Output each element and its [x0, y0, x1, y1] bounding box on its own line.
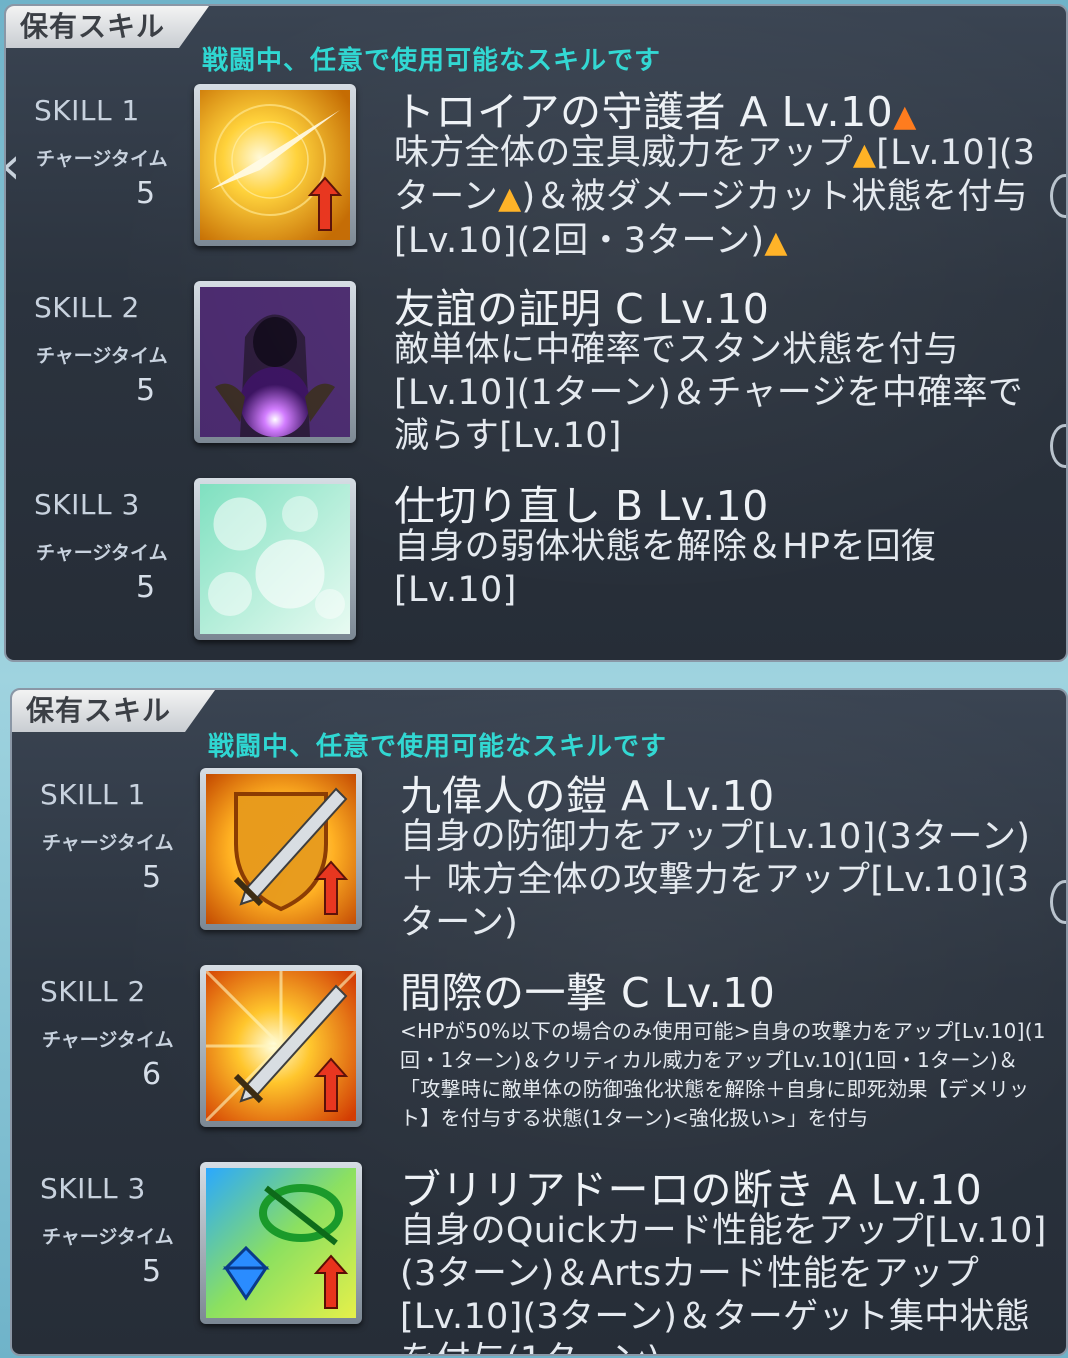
up-triangle-icon: ▲	[852, 137, 877, 172]
skill-row-1[interactable]: SKILL 1 チャージタイム 5 九偉人の鎧 A Lv.10 自身の防御力をア…	[12, 768, 1066, 968]
desc-text: 味方全体の宝具威力をアップ	[394, 133, 853, 173]
skill-row-2[interactable]: SKILL 2 チャージタイム 5 友誼の証明 C Lv.10 敵単体に中確率で…	[6, 281, 1066, 481]
skills-panel-1: 保有スキル 戦闘中、任意で使用可能なスキルです ‹ SKILL 1 チャージタイ…	[4, 4, 1068, 662]
shield-sword-up-icon[interactable]	[200, 768, 362, 930]
charge-time-value: 5	[142, 1254, 162, 1289]
charge-time-value: 5	[136, 176, 156, 211]
skill-name: ブリリアドーロの断き A Lv.10	[400, 1166, 983, 1214]
skill-name: 間際の一撃 C Lv.10	[400, 969, 776, 1017]
skill-description: 敵単体に中確率でスタン状態を付与[Lv.10](1ターン)＆チャージを中確率で減…	[394, 330, 1024, 456]
skill-name: 仕切り直し B Lv.10	[394, 482, 769, 530]
charge-time-label: チャージタイム	[36, 345, 168, 367]
panel-subtitle: 戦闘中、任意で使用可能なスキルです	[208, 732, 668, 762]
skill-description: 自身のQuickカード性能をアップ[Lv.10](3ターン)＆Artsカード性能…	[400, 1211, 1047, 1354]
charge-time-label: チャージタイム	[42, 832, 174, 854]
skills-panel-2: 保有スキル 戦闘中、任意で使用可能なスキルです SKILL 1 チャージタイム …	[10, 688, 1068, 1356]
charge-time-label: チャージタイム	[36, 148, 168, 170]
skill-description: <HPが50%以下の場合のみ使用可能>自身の攻撃力をアップ[Lv.10](1回・…	[400, 1019, 1046, 1130]
skill-slot-label: SKILL 1	[34, 94, 140, 127]
skill-row-1[interactable]: SKILL 1 チャージタイム 5 トロイアの守護者 A Lv.10▲ 味方全体…	[6, 84, 1066, 284]
charge-time-value: 5	[142, 860, 162, 895]
panel-subtitle: 戦闘中、任意で使用可能なスキルです	[202, 46, 662, 76]
skill-name: 友誼の証明 C Lv.10	[394, 285, 770, 333]
sword-burst-up-icon[interactable]	[200, 965, 362, 1127]
skill-slot-label: SKILL 2	[34, 291, 140, 324]
skill-description: 味方全体の宝具威力をアップ▲[Lv.10](3ターン▲)＆被ダメージカット状態を…	[394, 132, 1058, 264]
skill-row-3[interactable]: SKILL 3 チャージタイム 5 仕切り直し B Lv.10 自身の弱体状態を	[6, 478, 1066, 660]
skill-name: トロイアの守護者 A Lv.10▲	[394, 78, 917, 138]
charge-time-value: 5	[136, 570, 156, 605]
charge-time-label: チャージタイム	[36, 542, 168, 564]
skill-slot-label: SKILL 3	[40, 1172, 146, 1205]
charge-time-value: 6	[142, 1057, 162, 1092]
charge-time-label: チャージタイム	[42, 1029, 174, 1051]
skill-slot-label: SKILL 3	[34, 488, 140, 521]
quick-arts-target-up-icon[interactable]	[200, 1162, 362, 1324]
panel-tab: 保有スキル	[6, 6, 209, 48]
skill-slot-label: SKILL 1	[40, 778, 146, 811]
skill-slot-label: SKILL 2	[40, 975, 146, 1008]
up-triangle-icon: ▲	[764, 225, 788, 260]
panel-tab: 保有スキル	[12, 690, 215, 732]
skill-row-2[interactable]: SKILL 2 チャージタイム 6 間際の一撃 C Lv.10 <HPが50%以…	[12, 965, 1066, 1165]
skill-description: 自身の弱体状態を解除＆HPを回復[Lv.10]	[394, 527, 937, 610]
skill-name: 九偉人の鎧 A Lv.10	[400, 772, 775, 820]
charge-time-label: チャージタイム	[42, 1226, 174, 1248]
rank-up-icon: ▲	[893, 99, 917, 134]
skill-description: 自身の防御力をアップ[Lv.10](3ターン) ＋ 味方全体の攻撃力をアップ[L…	[400, 817, 1031, 943]
skill-row-3[interactable]: SKILL 3 チャージタイム 5 ブリリアドーロの断き A Lv.10 自身の…	[12, 1162, 1066, 1354]
skill-name-text: トロイアの守護者 A Lv.10	[394, 88, 894, 136]
charge-time-value: 5	[136, 373, 156, 408]
stun-hooded-figure-icon[interactable]	[194, 281, 356, 443]
np-power-up-icon[interactable]	[194, 84, 356, 246]
bubbles-heal-icon[interactable]	[194, 478, 356, 640]
up-triangle-icon: ▲	[498, 181, 522, 216]
